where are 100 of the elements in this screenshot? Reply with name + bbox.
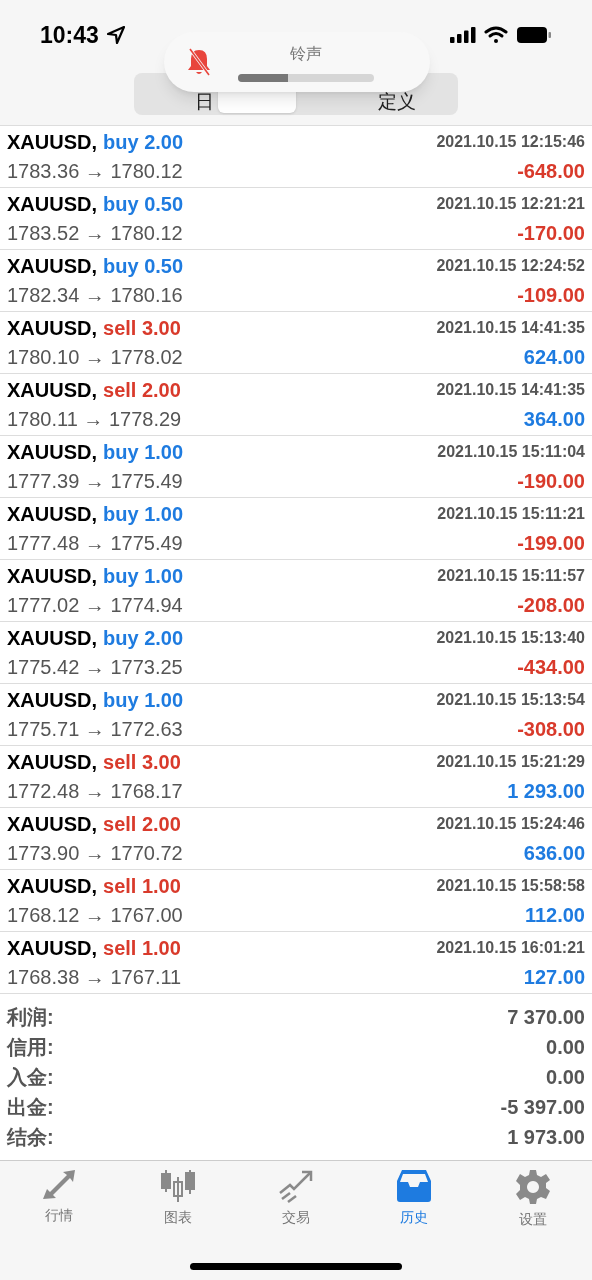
trade-prices: 1782.34 → 1780.16 [7,282,183,308]
tab-bar-item[interactable]: 交易 [236,1169,356,1241]
summary-value: 7 370.00 [507,1005,585,1030]
trade-prices: 1773.90 → 1770.72 [7,840,183,866]
signal-icon [450,27,476,43]
trade-symbol: XAUUSD, [7,687,97,713]
trade-time: 2021.10.15 15:58:58 [436,875,585,896]
trade-action: buy 2.00 [103,625,184,651]
trade-profit: -308.00 [517,716,585,742]
trade-prices: 1777.02 → 1774.94 [7,592,183,618]
trade-action: sell 1.00 [103,935,181,961]
candlestick-icon [159,1169,196,1203]
trade-action: buy 1.00 [103,439,184,465]
trade-row[interactable]: XAUUSD, buy 1.00 2021.10.15 15:11:21 1777.48 → 1775.49 -199.00 [0,498,592,560]
trade-row[interactable]: XAUUSD, buy 0.50 2021.10.15 12:21:21 1783.52 → 1780.12 -170.00 [0,188,592,250]
trade-action: buy 1.00 [103,563,184,589]
trade-symbol: XAUUSD, [7,191,97,217]
location-arrow-icon [106,26,125,44]
double-arrow-icon [41,1169,78,1201]
trade-time: 2021.10.15 15:11:57 [437,565,585,586]
trade-time: 2021.10.15 15:11:04 [437,441,585,462]
trade-profit: -109.00 [517,282,585,308]
trade-prices: 1777.48 → 1775.49 [7,530,183,556]
trade-symbol: XAUUSD, [7,811,97,837]
trade-row[interactable]: XAUUSD, sell 3.00 2021.10.15 15:21:29 1772.48 → 1768.17 1 293.00 [0,746,592,808]
trade-action: buy 1.00 [103,501,184,527]
trend-arrow-icon [278,1169,314,1203]
hud-title: 铃声 [290,44,322,64]
trade-action: sell 2.00 [103,811,181,837]
trade-prices: 1783.52 → 1780.12 [7,220,183,246]
trade-prices: 1768.12 → 1767.00 [7,902,183,928]
tab-bar-item[interactable]: 历史 [355,1169,474,1241]
summary-label: 利润: [7,1005,54,1030]
tab-label: 历史 [400,1208,429,1227]
trade-symbol: XAUUSD, [7,501,97,527]
trade-time: 2021.10.15 12:21:21 [436,193,585,214]
trade-prices: 1783.36 → 1780.12 [7,158,183,184]
battery-icon [516,26,552,44]
trade-row[interactable]: XAUUSD, sell 1.00 2021.10.15 15:58:58 1768.12 → 1767.00 112.00 [0,870,592,932]
trade-time: 2021.10.15 15:11:21 [437,503,585,524]
trade-prices: 1768.38 → 1767.11 [7,964,182,990]
tab-bar-item[interactable]: 设置 [473,1169,592,1241]
trade-profit: -170.00 [517,220,585,246]
trade-time: 2021.10.15 14:41:35 [436,379,585,400]
summary-value: -5 397.00 [500,1095,585,1120]
trade-profit: -208.00 [517,592,585,618]
tab-bar-item[interactable]: 图表 [118,1169,237,1241]
trade-time: 2021.10.15 15:13:54 [436,689,585,710]
trade-symbol: XAUUSD, [7,315,97,341]
trade-symbol: XAUUSD, [7,253,97,279]
trade-symbol: XAUUSD, [7,129,97,155]
trade-row[interactable]: XAUUSD, buy 1.00 2021.10.15 15:11:57 1777.02 → 1774.94 -208.00 [0,560,592,622]
tab-label: 图表 [163,1208,192,1227]
trade-symbol: XAUUSD, [7,935,97,961]
summary-value: 0.00 [546,1065,585,1090]
trade-symbol: XAUUSD, [7,439,97,465]
trade-prices: 1780.11 → 1778.29 [7,406,182,432]
trade-row[interactable]: XAUUSD, sell 3.00 2021.10.15 14:41:35 1780.10 → 1778.02 624.00 [0,312,592,374]
trade-action: buy 2.00 [103,129,184,155]
trade-action: sell 1.00 [103,873,181,899]
inbox-icon [396,1169,433,1203]
trade-symbol: XAUUSD, [7,625,97,651]
trade-time: 2021.10.15 15:13:40 [436,627,585,648]
summary-label: 出金: [7,1095,54,1120]
trade-profit: 127.00 [523,964,585,990]
trade-action: sell 3.00 [103,749,181,775]
summary-label: 入金: [7,1065,54,1090]
trade-symbol: XAUUSD, [7,873,97,899]
trade-action: buy 1.00 [103,687,184,713]
summary-label: 信用: [7,1035,54,1060]
trade-profit: -434.00 [517,654,585,680]
trade-profit: 364.00 [523,406,585,432]
tab-label: 交易 [282,1208,310,1227]
trade-action: buy 0.50 [103,253,184,279]
trade-action: sell 3.00 [103,315,181,341]
trade-row[interactable]: XAUUSD, sell 2.00 2021.10.15 15:24:46 1773.90 → 1770.72 636.00 [0,808,592,870]
trade-row[interactable]: XAUUSD, buy 2.00 2021.10.15 12:15:46 1783.36 → 1780.12 -648.00 [0,126,592,188]
trade-row[interactable]: XAUUSD, buy 2.00 2021.10.15 15:13:40 1775.42 → 1773.25 -434.00 [0,622,592,684]
trade-time: 2021.10.15 12:15:46 [436,131,585,152]
trade-prices: 1775.42 → 1773.25 [7,654,183,680]
settings-icon [514,1169,551,1205]
trade-row[interactable]: XAUUSD, buy 1.00 2021.10.15 15:11:04 1777.39 → 1775.49 -190.00 [0,436,592,498]
summary-value: 1 973.00 [507,1125,585,1150]
trade-prices: 1777.39 → 1775.49 [7,468,183,494]
trade-profit: 636.00 [523,840,585,866]
trade-time: 2021.10.15 15:21:29 [436,751,585,772]
trade-row[interactable]: XAUUSD, sell 1.00 2021.10.15 16:01:21 1768.38 → 1767.11 127.00 [0,932,592,994]
trade-time: 2021.10.15 14:41:35 [436,317,585,338]
status-time: 10:43 [40,20,99,50]
summary-label: 结余: [7,1125,54,1150]
wifi-icon [484,26,508,44]
trade-action: buy 0.50 [103,191,184,217]
tab-bar-item[interactable]: 行情 [0,1169,119,1241]
trade-time: 2021.10.15 12:24:52 [436,255,585,276]
trade-profit: -199.00 [517,530,585,556]
trade-prices: 1772.48 → 1768.17 [7,778,183,804]
trade-time: 2021.10.15 15:24:46 [436,813,585,834]
tab-label: 行情 [45,1206,74,1225]
trade-profit: -648.00 [517,158,585,184]
trade-symbol: XAUUSD, [7,377,97,403]
